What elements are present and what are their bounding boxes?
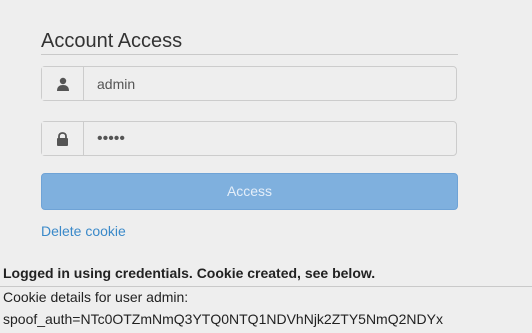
password-input[interactable] bbox=[84, 122, 456, 155]
cookie-details-label: Cookie details for user admin: bbox=[3, 289, 189, 305]
password-input-group bbox=[41, 121, 457, 156]
username-input[interactable] bbox=[84, 67, 456, 100]
delete-cookie-link[interactable]: Delete cookie bbox=[41, 222, 126, 240]
username-input-group bbox=[41, 66, 457, 101]
divider bbox=[0, 286, 532, 287]
user-icon bbox=[42, 67, 84, 100]
login-status-message: Logged in using credentials. Cookie crea… bbox=[3, 265, 376, 281]
lock-icon bbox=[42, 122, 84, 155]
access-button[interactable]: Access bbox=[41, 173, 458, 210]
cookie-value: spoof_auth=NTc0OTZmNmQ3YTQ0NTQ1NDVhNjk2Z… bbox=[3, 311, 443, 327]
form-title: Account Access bbox=[41, 29, 458, 55]
